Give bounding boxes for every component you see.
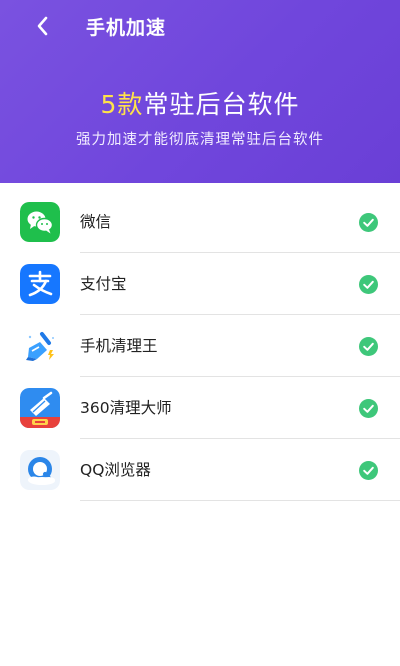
app-name: 手机清理王 xyxy=(80,337,158,355)
check-icon[interactable] xyxy=(359,461,378,480)
headline: 5款常驻后台软件 xyxy=(0,89,400,121)
check-icon[interactable] xyxy=(359,337,378,356)
check-icon[interactable] xyxy=(359,275,378,294)
list-item[interactable]: 360清理大师 xyxy=(0,377,400,439)
divider xyxy=(80,500,400,501)
app-name: 支付宝 xyxy=(80,275,127,293)
360-cleaner-icon xyxy=(20,388,60,428)
check-icon[interactable] xyxy=(359,213,378,232)
list-item[interactable]: 支付宝 xyxy=(0,253,400,315)
back-button[interactable] xyxy=(28,12,58,40)
wechat-icon xyxy=(20,202,60,242)
qq-browser-icon xyxy=(20,450,60,490)
subtitle: 强力加速才能彻底清理常驻后台软件 xyxy=(76,132,324,148)
app-name: 360清理大师 xyxy=(80,399,172,417)
alipay-icon xyxy=(20,264,60,304)
chevron-left-icon xyxy=(37,16,48,36)
headline-text: 常驻后台软件 xyxy=(143,90,300,119)
screen: 手机加速 5款常驻后台软件 强力加速才能彻底清理常驻后台软件 微信 支付宝 手机… xyxy=(0,0,400,666)
top-bar: 手机加速 xyxy=(0,0,400,52)
app-name: QQ浏览器 xyxy=(80,461,151,479)
header-banner: 手机加速 5款常驻后台软件 强力加速才能彻底清理常驻后台软件 xyxy=(0,0,400,183)
list-item[interactable]: 手机清理王 xyxy=(0,315,400,377)
list-item[interactable]: QQ浏览器 xyxy=(0,439,400,501)
page-title: 手机加速 xyxy=(86,17,167,39)
list-item[interactable]: 微信 xyxy=(0,191,400,253)
app-list: 微信 支付宝 手机清理王 360清理大师 QQ浏览器 xyxy=(0,191,400,501)
headline-count: 5款 xyxy=(100,90,144,119)
phone-cleaner-icon xyxy=(20,326,60,366)
check-icon[interactable] xyxy=(359,399,378,418)
app-name: 微信 xyxy=(80,213,112,231)
